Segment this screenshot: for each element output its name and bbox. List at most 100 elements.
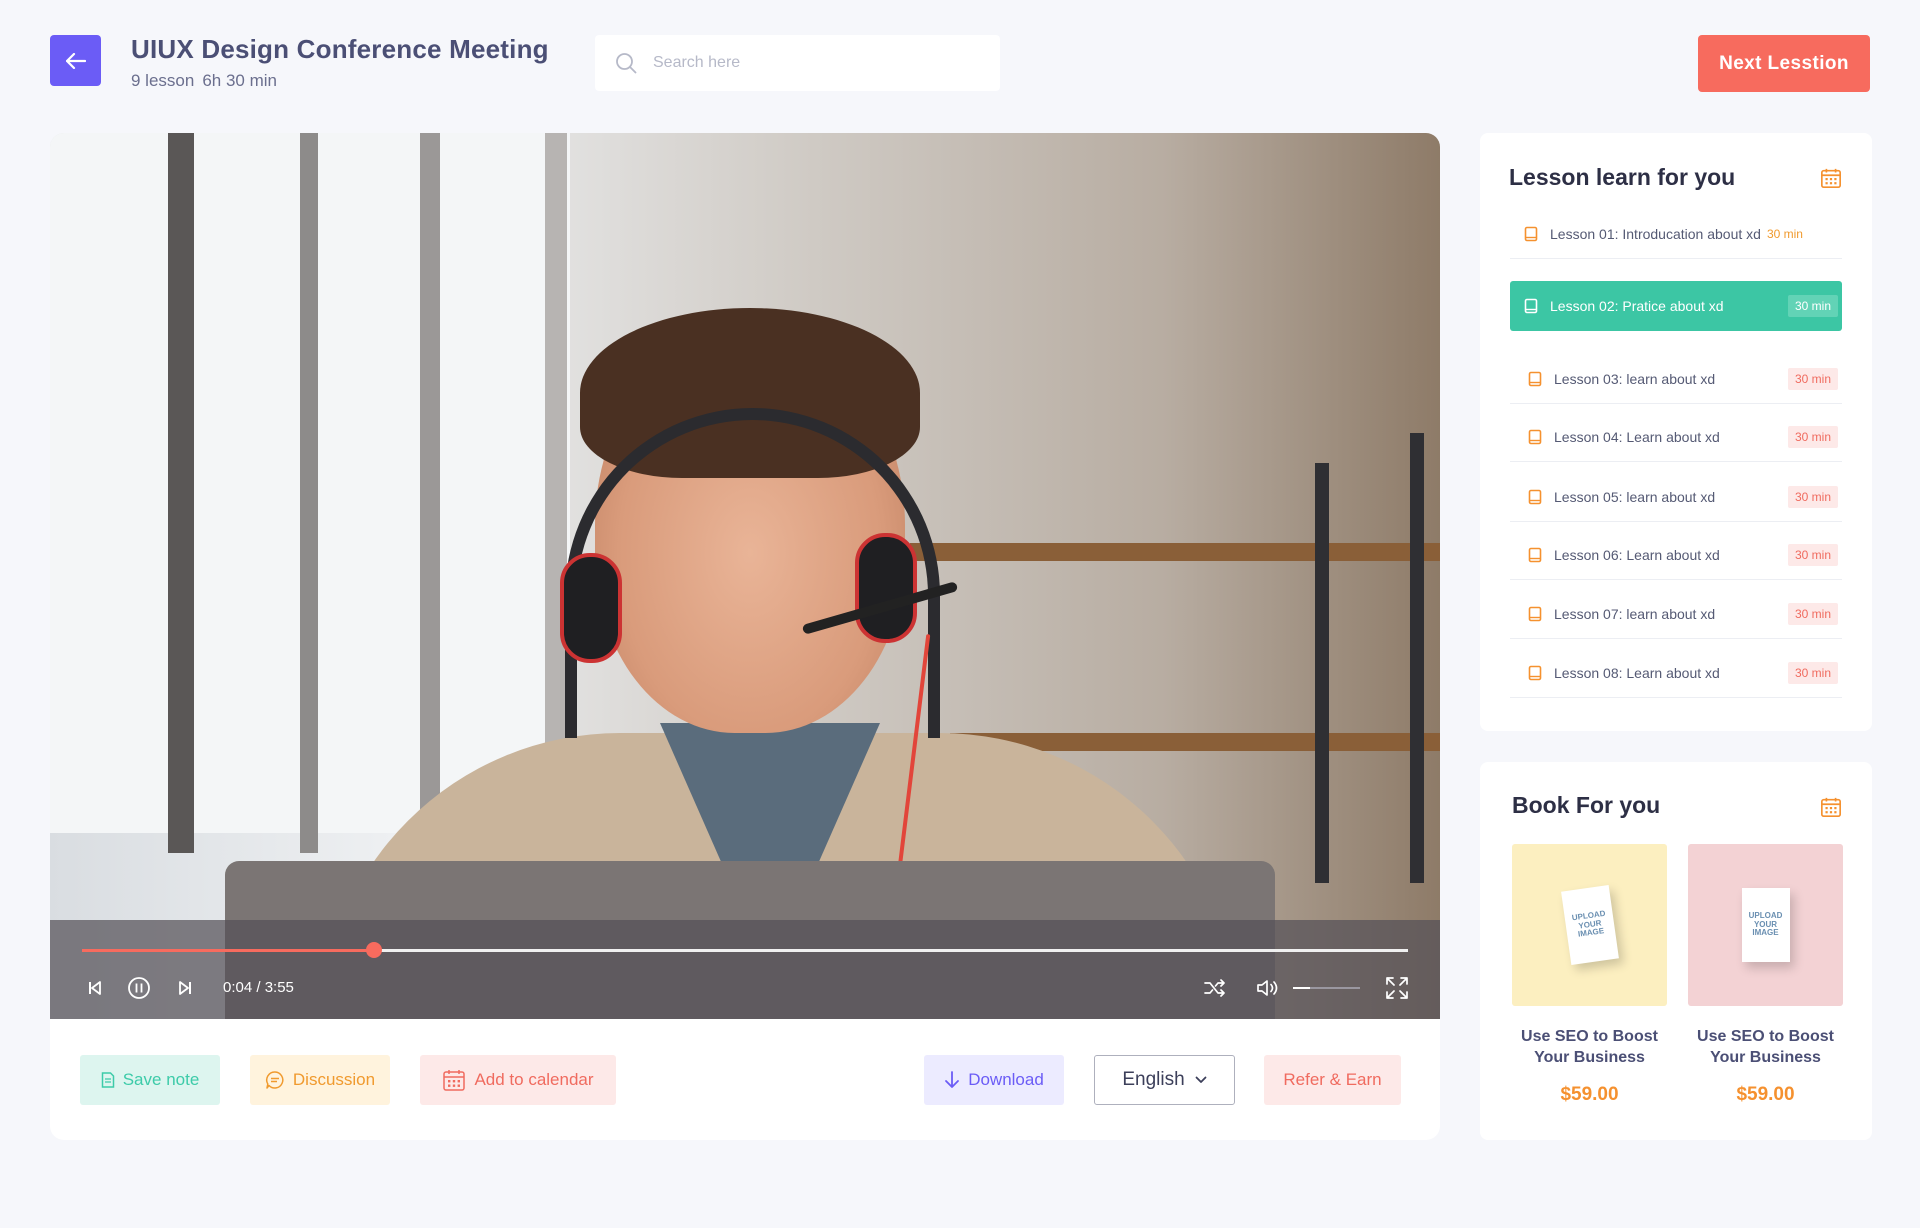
lesson-item-08[interactable]: Lesson 08: Learn about xd 30 min bbox=[1510, 648, 1842, 698]
arrow-left-icon bbox=[65, 52, 86, 69]
chat-icon bbox=[265, 1071, 284, 1089]
calendar-icon bbox=[1821, 797, 1841, 817]
save-note-button[interactable]: Save note bbox=[80, 1055, 220, 1105]
pause-button[interactable] bbox=[126, 975, 152, 1001]
lesson-label: Lesson 06: Learn about xd bbox=[1554, 546, 1720, 563]
fullscreen-button[interactable] bbox=[1384, 975, 1410, 1001]
course-duration: 6h 30 min bbox=[202, 71, 277, 90]
book-title-line: Use SEO to Boost bbox=[1521, 1028, 1658, 1045]
discussion-label: Discussion bbox=[292, 1070, 376, 1089]
lesson-item-03[interactable]: Lesson 03: learn about xd 30 min bbox=[1510, 354, 1842, 404]
window-frame bbox=[420, 133, 440, 853]
save-note-label: Save note bbox=[122, 1070, 200, 1089]
book-price: $59.00 bbox=[1736, 1084, 1795, 1105]
book-icon bbox=[1528, 665, 1542, 681]
download-label: Download bbox=[968, 1070, 1044, 1089]
book-title-line: Your Business bbox=[1534, 1049, 1645, 1066]
lesson-duration: 30 min bbox=[1766, 226, 1803, 241]
book-card-1[interactable]: UPLOAD YOUR IMAGE Use SEO to Boost Your … bbox=[1512, 844, 1667, 1106]
book-title: Use SEO to Boost Your Business bbox=[1512, 1026, 1667, 1068]
chevron-down-icon bbox=[1195, 1076, 1207, 1083]
discussion-button[interactable]: Discussion bbox=[250, 1055, 390, 1105]
page-title: UIUX Design Conference Meeting bbox=[131, 34, 549, 64]
lesson-label: Lesson 03: learn about xd bbox=[1554, 370, 1716, 387]
headset-earpad bbox=[560, 553, 622, 663]
previous-button[interactable] bbox=[84, 975, 106, 1001]
lesson-duration-badge: 30 min bbox=[1787, 485, 1838, 508]
title-block: UIUX Design Conference Meeting 9 lesson 6… bbox=[131, 34, 549, 91]
playback-time: 0:04 / 3:55 bbox=[223, 979, 294, 996]
pause-icon bbox=[128, 977, 150, 999]
lesson-duration-badge: 30 min bbox=[1787, 425, 1838, 448]
lesson-duration-badge: 30 min bbox=[1787, 367, 1838, 390]
lesson-label: Lesson 04: Learn about xd bbox=[1554, 428, 1720, 445]
headset-earpad bbox=[855, 533, 917, 643]
book-title: Use SEO to Boost Your Business bbox=[1688, 1026, 1843, 1068]
lesson-item-06[interactable]: Lesson 06: Learn about xd 30 min bbox=[1510, 530, 1842, 580]
progress-bar[interactable] bbox=[82, 942, 1408, 958]
search-box[interactable] bbox=[595, 35, 1000, 91]
lesson-item-01[interactable]: Lesson 01: Introducation about xd 30 min bbox=[1510, 209, 1842, 259]
book-cover[interactable]: UPLOAD YOUR IMAGE bbox=[1512, 844, 1667, 1006]
book-icon bbox=[1524, 226, 1538, 242]
refer-earn-button[interactable]: Refer & Earn bbox=[1264, 1055, 1401, 1105]
window-frame bbox=[168, 133, 194, 853]
lesson-duration-badge: 30 min bbox=[1787, 543, 1838, 566]
book-cover[interactable]: UPLOAD YOUR IMAGE bbox=[1688, 844, 1843, 1006]
lesson-label: Lesson 07: learn about xd bbox=[1554, 605, 1716, 622]
book-icon bbox=[1528, 429, 1542, 445]
book-mockup: UPLOAD YOUR IMAGE bbox=[1741, 888, 1790, 962]
books-calendar-button[interactable] bbox=[1820, 796, 1842, 823]
book-cover-text: UPLOAD YOUR IMAGE bbox=[1570, 908, 1606, 940]
book-title-line: Use SEO to Boost bbox=[1697, 1028, 1834, 1045]
lesson-count: 9 lesson bbox=[131, 71, 195, 90]
video-frame[interactable]: 0:04 / 3:55 bbox=[50, 133, 1440, 1019]
shuffle-button[interactable] bbox=[1202, 975, 1228, 1001]
progress-handle[interactable] bbox=[365, 942, 382, 958]
lesson-item-05[interactable]: Lesson 05: learn about xd 30 min bbox=[1510, 472, 1842, 522]
volume-icon bbox=[1257, 980, 1278, 996]
volume-button[interactable] bbox=[1255, 975, 1281, 1001]
download-icon bbox=[945, 1071, 960, 1088]
language-select[interactable]: English bbox=[1094, 1055, 1235, 1105]
language-value: English bbox=[1122, 1069, 1185, 1090]
add-calendar-label: Add to calendar bbox=[474, 1070, 594, 1089]
shelf-post bbox=[1410, 433, 1424, 883]
next-button[interactable] bbox=[174, 975, 196, 1001]
lessons-calendar-button[interactable] bbox=[1820, 167, 1842, 194]
search-input[interactable] bbox=[653, 54, 973, 72]
volume-fill bbox=[1293, 987, 1310, 989]
course-meta: 9 lesson 6h 30 min bbox=[131, 71, 549, 91]
book-card-2[interactable]: UPLOAD YOUR IMAGE Use SEO to Boost Your … bbox=[1688, 844, 1843, 1106]
note-icon bbox=[101, 1072, 114, 1088]
back-button[interactable] bbox=[50, 35, 101, 86]
video-card: 0:04 / 3:55 Save note Discussion Add to … bbox=[50, 133, 1440, 1140]
lessons-panel: Lesson learn for you Lesson 01: Introduc… bbox=[1480, 133, 1872, 731]
window-frame bbox=[300, 133, 318, 853]
lesson-item-04[interactable]: Lesson 04: Learn about xd 30 min bbox=[1510, 412, 1842, 462]
book-icon bbox=[1528, 489, 1542, 505]
add-calendar-button[interactable]: Add to calendar bbox=[420, 1055, 616, 1105]
calendar-icon bbox=[1821, 168, 1841, 188]
lesson-item-07[interactable]: Lesson 07: learn about xd 30 min bbox=[1510, 589, 1842, 639]
lesson-label: Lesson 02: Pratice about xd bbox=[1550, 298, 1724, 314]
book-icon bbox=[1528, 547, 1542, 563]
next-lesson-button[interactable]: Next Lesstion bbox=[1698, 35, 1870, 92]
book-icon bbox=[1524, 298, 1538, 314]
shelf-post bbox=[1315, 463, 1329, 883]
lesson-item-02[interactable]: Lesson 02: Pratice about xd 30 min bbox=[1510, 281, 1842, 331]
book-icon bbox=[1528, 371, 1542, 387]
progress-fill bbox=[82, 949, 374, 952]
download-button[interactable]: Download bbox=[924, 1055, 1064, 1105]
volume-slider[interactable] bbox=[1293, 987, 1360, 989]
calendar-icon bbox=[443, 1070, 466, 1091]
player-controls: 0:04 / 3:55 bbox=[50, 920, 1440, 1019]
lesson-label: Lesson 01: Introducation about xd bbox=[1550, 225, 1761, 242]
fullscreen-icon bbox=[1386, 977, 1408, 999]
book-price: $59.00 bbox=[1560, 1084, 1619, 1105]
lessons-title: Lesson learn for you bbox=[1509, 164, 1736, 190]
skip-back-icon bbox=[89, 981, 101, 995]
books-title: Book For you bbox=[1512, 792, 1661, 818]
book-title-line: Your Business bbox=[1710, 1049, 1821, 1066]
lesson-duration-badge: 30 min bbox=[1787, 295, 1838, 317]
